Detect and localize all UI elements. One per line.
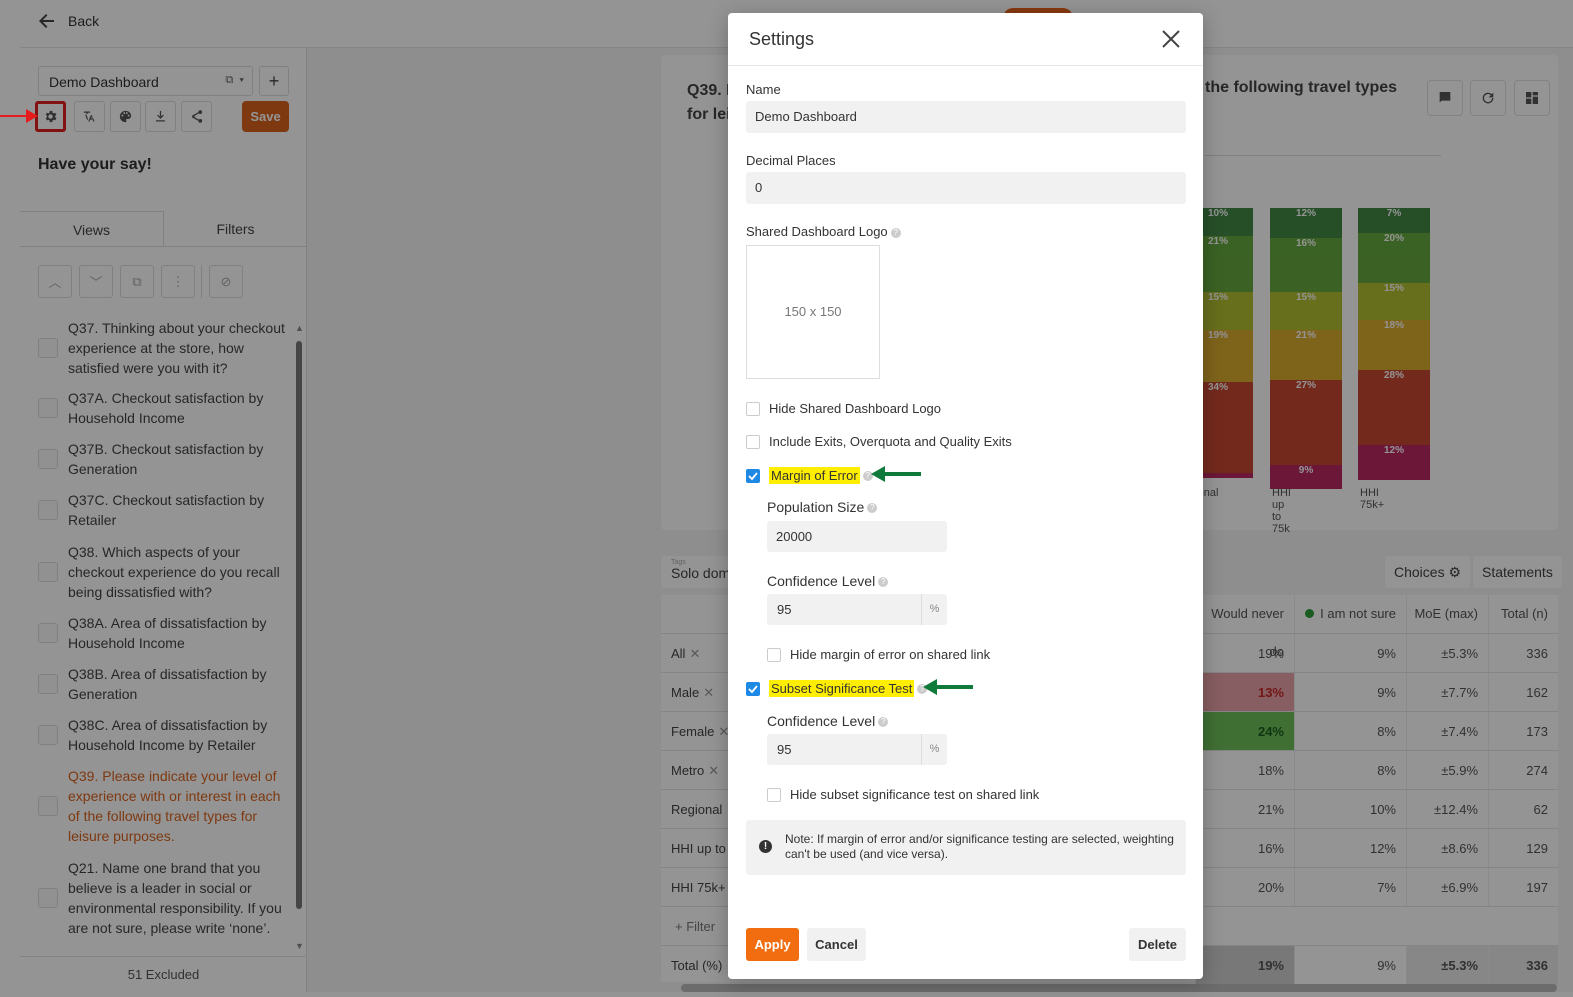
population-size-input[interactable]: 20000: [767, 521, 947, 552]
checkbox[interactable]: [767, 787, 781, 802]
dialog-title: Settings: [749, 29, 815, 49]
green-arrow-annotation: [871, 466, 921, 482]
margin-of-error-label: Margin of Error: [769, 467, 860, 484]
confidence-level-value: 95: [777, 602, 792, 617]
hide-moe-checkbox[interactable]: Hide margin of error on shared link: [767, 647, 990, 662]
check-icon: [748, 471, 758, 480]
decimal-places-input[interactable]: 0: [746, 172, 1186, 204]
sig-confidence-level-input[interactable]: 95%: [767, 734, 947, 765]
apply-button[interactable]: Apply: [746, 928, 799, 961]
decimal-places-label: Decimal Places: [746, 153, 836, 168]
percent-suffix: %: [921, 734, 947, 765]
checkbox[interactable]: [746, 401, 760, 416]
red-arrow-annotation: [0, 109, 38, 123]
logo-label-text: Shared Dashboard Logo: [746, 224, 888, 239]
settings-dialog: Settings Name Demo Dashboard Decimal Pla…: [728, 13, 1203, 979]
checkbox-checked[interactable]: [746, 468, 760, 483]
confidence-level-label: Confidence Level?: [767, 573, 889, 589]
sig-confidence-level-label: Confidence Level?: [767, 713, 889, 729]
help-icon[interactable]: ?: [867, 503, 878, 514]
delete-button[interactable]: Delete: [1129, 928, 1186, 961]
margin-of-error-checkbox[interactable]: Margin of Error?: [746, 467, 873, 484]
confidence-level-text: Confidence Level: [767, 573, 876, 589]
info-icon: !: [759, 840, 772, 853]
hide-logo-label: Hide Shared Dashboard Logo: [769, 401, 942, 416]
sig-confidence-level-value: 95: [777, 742, 792, 757]
logo-upload[interactable]: 150 x 150: [746, 245, 880, 379]
help-icon[interactable]: ?: [878, 717, 889, 728]
hide-sig-label: Hide subset significance test on shared …: [790, 787, 1040, 802]
population-size-label: Population Size?: [767, 499, 878, 515]
hide-logo-checkbox[interactable]: Hide Shared Dashboard Logo: [746, 401, 941, 416]
include-exits-checkbox[interactable]: Include Exits, Overquota and Quality Exi…: [746, 434, 1012, 449]
close-icon[interactable]: [1160, 28, 1182, 50]
name-label: Name: [746, 82, 781, 97]
logo-label: Shared Dashboard Logo?: [746, 224, 901, 239]
percent-suffix: %: [921, 594, 947, 625]
dialog-header: Settings: [728, 13, 1203, 66]
include-exits-label: Include Exits, Overquota and Quality Exi…: [769, 434, 1012, 449]
hide-sig-checkbox[interactable]: Hide subset significance test on shared …: [767, 787, 1039, 802]
subset-significance-checkbox[interactable]: Subset Significance Test?: [746, 680, 928, 697]
sig-confidence-level-text: Confidence Level: [767, 713, 876, 729]
cancel-button[interactable]: Cancel: [807, 928, 866, 961]
green-arrow-annotation: [923, 679, 973, 695]
population-size-text: Population Size: [767, 499, 865, 515]
weighting-note: ! Note: If margin of error and/or signifi…: [746, 820, 1186, 875]
checkbox[interactable]: [767, 647, 781, 662]
name-input[interactable]: Demo Dashboard: [746, 101, 1186, 133]
subset-significance-label: Subset Significance Test: [769, 680, 915, 697]
checkbox[interactable]: [746, 434, 760, 449]
check-icon: [748, 684, 758, 693]
confidence-level-input[interactable]: 95%: [767, 594, 947, 625]
hide-moe-label: Hide margin of error on shared link: [790, 647, 991, 662]
note-text: Note: If margin of error and/or signific…: [785, 832, 1174, 861]
help-icon[interactable]: ?: [878, 577, 889, 588]
checkbox-checked[interactable]: [746, 681, 760, 696]
help-icon[interactable]: ?: [890, 227, 901, 238]
